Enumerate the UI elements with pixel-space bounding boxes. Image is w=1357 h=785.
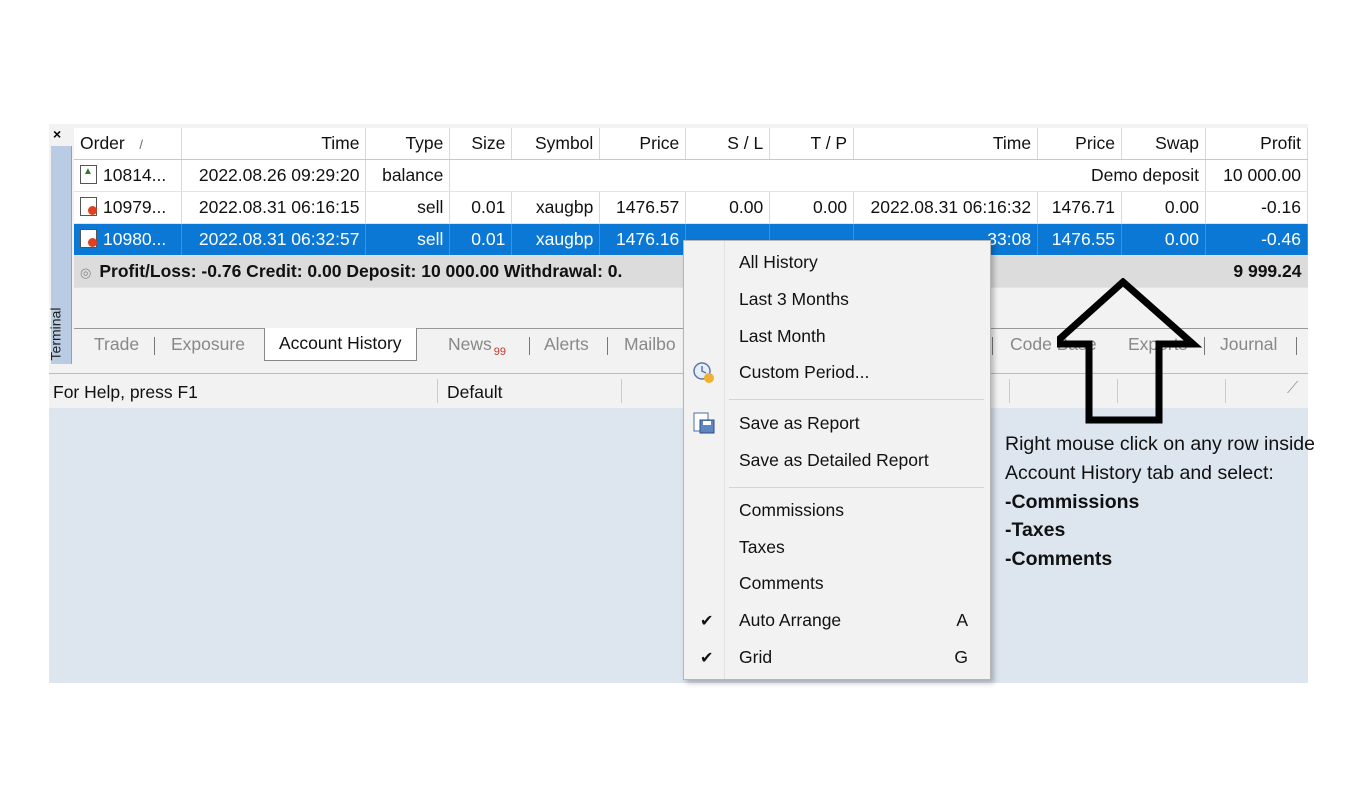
price-cell: 1476.57 (599, 191, 687, 224)
tab-separator (992, 337, 993, 355)
table-row[interactable]: 10979... 2022.08.31 06:16:15 sell 0.01 x… (74, 191, 1309, 224)
price-cell: 1476.16 (599, 223, 687, 256)
checkmark-icon: ✔ (700, 613, 714, 630)
size-cell: 0.01 (449, 191, 513, 224)
order-cell: 10980... (103, 229, 167, 249)
auto-arrange-shortcut: A (956, 610, 968, 630)
profit-cell: -0.16 (1205, 191, 1309, 224)
close-time-cell: 2022.08.31 06:16:32 (853, 191, 1039, 224)
resize-grip-icon[interactable]: ⟋ (1287, 380, 1298, 398)
col-price[interactable]: Price (599, 128, 687, 160)
swap-cell: 0.00 (1121, 191, 1206, 224)
comment-cell: Demo deposit (449, 159, 1206, 192)
profit-cell: 10 000.00 (1205, 159, 1309, 192)
context-menu: All History Last 3 Months Last Month Cus… (683, 240, 991, 680)
summary-text: Profit/Loss: -0.76 Credit: 0.00 Deposit:… (99, 261, 623, 281)
annotation-item-comments: -Comments (1005, 548, 1113, 571)
menu-taxes[interactable]: Taxes (739, 537, 785, 558)
clock-icon (692, 361, 716, 390)
menu-auto-arrange[interactable]: Auto Arrange (739, 610, 841, 631)
time-cell: 2022.08.26 09:29:20 (181, 159, 367, 192)
news-count-badge: 99 (493, 346, 507, 358)
status-divider (1225, 379, 1226, 403)
col-profit[interactable]: Profit (1205, 128, 1309, 160)
col-symbol[interactable]: Symbol (511, 128, 601, 160)
sl-cell: 0.00 (685, 191, 771, 224)
annotation-item-taxes: -Taxes (1005, 519, 1066, 542)
time-cell: 2022.08.31 06:16:15 (181, 191, 367, 224)
terminal-side-tab[interactable]: Terminal (47, 146, 72, 364)
menu-separator (729, 399, 984, 400)
col-close-time[interactable]: Time (853, 128, 1039, 160)
order-cell: 10979... (103, 197, 167, 217)
tab-news[interactable]: News 99 (448, 334, 506, 358)
annotation-item-commissions: -Commissions (1005, 490, 1140, 513)
status-profile[interactable]: Default (447, 382, 502, 403)
col-tp[interactable]: T / P (769, 128, 855, 160)
status-help-text: For Help, press F1 (53, 382, 198, 402)
col-type[interactable]: Type (365, 128, 451, 160)
tab-separator (607, 337, 608, 355)
symbol-cell: xaugbp (511, 191, 601, 224)
menu-last-month[interactable]: Last Month (739, 326, 826, 347)
save-report-icon (692, 411, 716, 440)
status-divider (437, 379, 438, 403)
top-divider (49, 118, 1308, 124)
tab-trade[interactable]: Trade (94, 334, 139, 355)
checkmark-icon: ✔ (700, 650, 714, 667)
up-arrow-icon (1057, 278, 1203, 424)
swap-cell: 0.00 (1121, 223, 1206, 256)
menu-grid[interactable]: Grid (739, 647, 772, 668)
tp-cell: 0.00 (769, 191, 855, 224)
tab-mailbox[interactable]: Mailbo (624, 334, 676, 355)
tab-separator (154, 337, 155, 355)
close-price-cell: 1476.71 (1037, 191, 1123, 224)
time-cell: 2022.08.31 06:32:57 (181, 223, 367, 256)
order-cell: 10814... (103, 165, 167, 185)
status-divider (1009, 379, 1010, 403)
type-cell: sell (365, 191, 451, 224)
tab-alerts[interactable]: Alerts (544, 334, 589, 355)
tab-separator (1296, 337, 1297, 355)
status-divider (621, 379, 622, 403)
table-row[interactable]: 10814... 2022.08.26 09:29:20 balance Dem… (74, 159, 1309, 192)
summary-total: 9 999.24 (1205, 255, 1308, 288)
close-button[interactable]: × (53, 126, 61, 142)
col-time[interactable]: Time (181, 128, 367, 160)
menu-save-report[interactable]: Save as Report (739, 413, 860, 434)
symbol-cell: xaugbp (511, 223, 601, 256)
tab-account-history[interactable]: Account History (264, 328, 417, 361)
profit-cell: -0.46 (1205, 223, 1309, 256)
terminal-window: × Terminal Order / Time Type Size Symbol… (47, 118, 1315, 683)
col-sl[interactable]: S / L (685, 128, 771, 160)
col-close-price[interactable]: Price (1037, 128, 1123, 160)
menu-save-detailed-report[interactable]: Save as Detailed Report (739, 450, 929, 471)
sell-order-icon (80, 229, 97, 248)
menu-separator (729, 487, 984, 488)
tab-journal[interactable]: Journal (1220, 334, 1277, 355)
col-size[interactable]: Size (449, 128, 513, 160)
tab-exposure[interactable]: Exposure (171, 334, 245, 355)
menu-custom-period[interactable]: Custom Period... (739, 362, 869, 383)
menu-all-history[interactable]: All History (739, 252, 818, 273)
sell-order-icon (80, 197, 97, 216)
col-swap[interactable]: Swap (1121, 128, 1206, 160)
col-order[interactable]: Order / (74, 128, 183, 160)
menu-comments[interactable]: Comments (739, 573, 824, 594)
annotation-text: Right mouse click on any row inside Acco… (1005, 433, 1315, 484)
tab-news-label: News (448, 334, 492, 354)
type-cell: sell (365, 223, 451, 256)
tab-separator (529, 337, 530, 355)
close-price-cell: 1476.55 (1037, 223, 1123, 256)
grid-shortcut: G (954, 647, 968, 667)
menu-commissions[interactable]: Commissions (739, 500, 844, 521)
deposit-icon (80, 165, 97, 184)
terminal-side-label: Terminal (47, 307, 64, 361)
type-cell: balance (365, 159, 451, 192)
instruction-annotation: Right mouse click on any row inside Acco… (1005, 430, 1315, 574)
menu-last-3-months[interactable]: Last 3 Months (739, 289, 849, 310)
table-header: Order / Time Type Size Symbol Price S / … (74, 128, 1309, 160)
summary-bullet-icon: ◎ (80, 265, 92, 280)
size-cell: 0.01 (449, 223, 513, 256)
